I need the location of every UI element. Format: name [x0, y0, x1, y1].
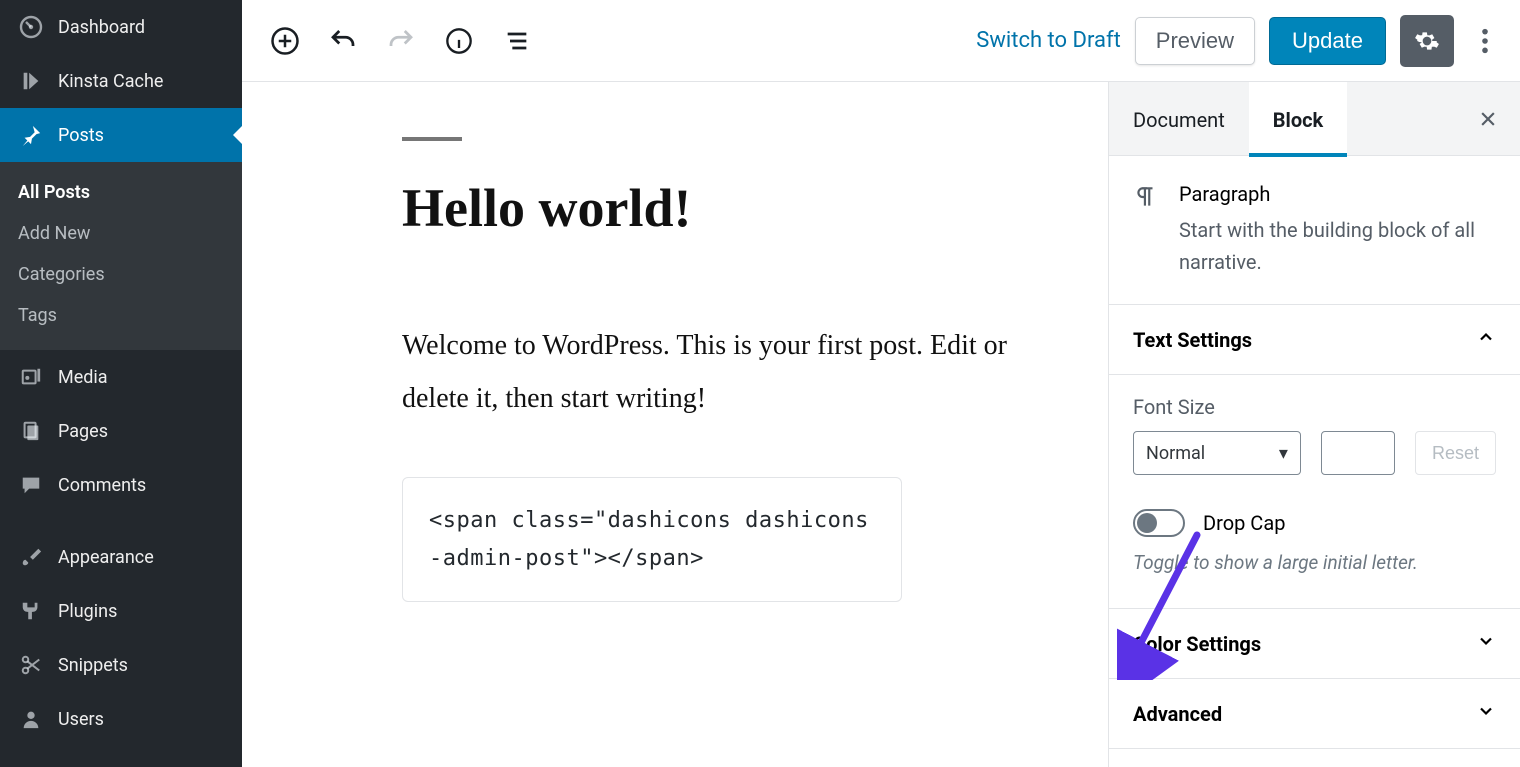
title-rule: [402, 137, 462, 141]
menu-label: Dashboard: [58, 17, 145, 38]
section-label: Color Settings: [1133, 632, 1261, 656]
font-size-select[interactable]: Normal ▾: [1133, 431, 1301, 475]
menu-label: Kinsta Cache: [58, 71, 163, 92]
section-color-settings[interactable]: Color Settings: [1109, 609, 1520, 679]
block-name: Paragraph: [1179, 182, 1496, 206]
section-label: Text Settings: [1133, 328, 1252, 352]
tab-document[interactable]: Document: [1109, 82, 1249, 156]
settings-panel: Document Block Paragraph Start with the …: [1108, 82, 1520, 767]
section-text-settings[interactable]: Text Settings: [1109, 305, 1520, 375]
submenu-add-new[interactable]: Add New: [0, 213, 242, 254]
info-button[interactable]: [434, 16, 484, 66]
more-menu-button[interactable]: [1468, 15, 1502, 67]
media-icon: [18, 364, 44, 390]
toolbar-actions: Switch to Draft Preview Update: [976, 15, 1502, 67]
editor-canvas[interactable]: Hello world! Welcome to WordPress. This …: [242, 82, 1108, 767]
font-size-label: Font Size: [1133, 395, 1496, 419]
panel-tabs: Document Block: [1109, 82, 1520, 156]
drop-cap-toggle[interactable]: [1133, 509, 1185, 537]
menu-label: Comments: [58, 475, 146, 496]
paragraph-block[interactable]: Welcome to WordPress. This is your first…: [402, 319, 1042, 425]
block-info: Paragraph Start with the building block …: [1109, 156, 1520, 305]
font-size-value: Normal: [1146, 443, 1205, 464]
post-content: Hello world! Welcome to WordPress. This …: [402, 137, 1042, 602]
submenu-categories[interactable]: Categories: [0, 254, 242, 295]
menu-plugins[interactable]: Plugins: [0, 584, 242, 638]
text-settings-body: Font Size Normal ▾ Reset Drop Cap Toggle…: [1109, 375, 1520, 609]
font-size-number-input[interactable]: [1321, 431, 1395, 475]
panel-body: Paragraph Start with the building block …: [1109, 156, 1520, 767]
user-icon: [18, 706, 44, 732]
outline-button[interactable]: [492, 16, 542, 66]
post-title[interactable]: Hello world!: [402, 177, 1042, 239]
chevron-down-icon: [1476, 701, 1496, 726]
editor-main: Switch to Draft Preview Update Hello wor…: [242, 0, 1520, 767]
menu-label: Posts: [58, 125, 104, 146]
menu-posts[interactable]: Posts: [0, 108, 242, 162]
custom-html-block[interactable]: <span class="dashicons dashicons-admin-p…: [402, 477, 902, 602]
menu-label: Media: [58, 367, 108, 388]
pin-icon: [18, 122, 44, 148]
redo-button[interactable]: [376, 16, 426, 66]
submenu-tags[interactable]: Tags: [0, 295, 242, 336]
font-size-reset-button[interactable]: Reset: [1415, 431, 1496, 475]
brush-icon: [18, 544, 44, 570]
menu-label: Snippets: [58, 655, 128, 676]
chevron-down-icon: [1476, 631, 1496, 656]
submenu-all-posts[interactable]: All Posts: [0, 172, 242, 213]
drop-cap-label: Drop Cap: [1203, 511, 1285, 535]
paragraph-icon: [1133, 182, 1161, 278]
chevron-up-icon: [1476, 327, 1496, 352]
switch-to-draft-link[interactable]: Switch to Draft: [976, 28, 1121, 53]
menu-media[interactable]: Media: [0, 350, 242, 404]
settings-toggle-button[interactable]: [1400, 15, 1454, 67]
preview-button[interactable]: Preview: [1135, 17, 1255, 65]
menu-users[interactable]: Users: [0, 692, 242, 746]
menu-label: Appearance: [58, 547, 154, 568]
comments-icon: [18, 472, 44, 498]
undo-button[interactable]: [318, 16, 368, 66]
menu-dashboard[interactable]: Dashboard: [0, 0, 242, 54]
close-panel-button[interactable]: [1472, 103, 1504, 135]
menu-label: Plugins: [58, 601, 117, 622]
plug-icon: [18, 598, 44, 624]
chevron-down-icon: ▾: [1279, 443, 1288, 464]
pages-icon: [18, 418, 44, 444]
menu-kinsta-cache[interactable]: Kinsta Cache: [0, 54, 242, 108]
add-block-button[interactable]: [260, 16, 310, 66]
section-advanced[interactable]: Advanced: [1109, 679, 1520, 749]
scissors-icon: [18, 652, 44, 678]
toolbar-tools: [260, 16, 542, 66]
submenu-posts: All Posts Add New Categories Tags: [0, 162, 242, 350]
menu-comments[interactable]: Comments: [0, 458, 242, 512]
kinsta-icon: [18, 68, 44, 94]
menu-appearance[interactable]: Appearance: [0, 530, 242, 584]
menu-label: Users: [58, 709, 104, 730]
menu-label: Pages: [58, 421, 108, 442]
tab-block[interactable]: Block: [1249, 82, 1347, 156]
menu-pages[interactable]: Pages: [0, 404, 242, 458]
editor-topbar: Switch to Draft Preview Update: [242, 0, 1520, 82]
admin-sidebar: Dashboard Kinsta Cache Posts All Posts A…: [0, 0, 242, 767]
menu-snippets[interactable]: Snippets: [0, 638, 242, 692]
drop-cap-description: Toggle to show a large initial letter.: [1133, 551, 1496, 574]
workspace: Hello world! Welcome to WordPress. This …: [242, 82, 1520, 767]
section-label: Advanced: [1133, 702, 1222, 726]
update-button[interactable]: Update: [1269, 17, 1386, 65]
block-description: Start with the building block of all nar…: [1179, 214, 1496, 278]
dashboard-icon: [18, 14, 44, 40]
